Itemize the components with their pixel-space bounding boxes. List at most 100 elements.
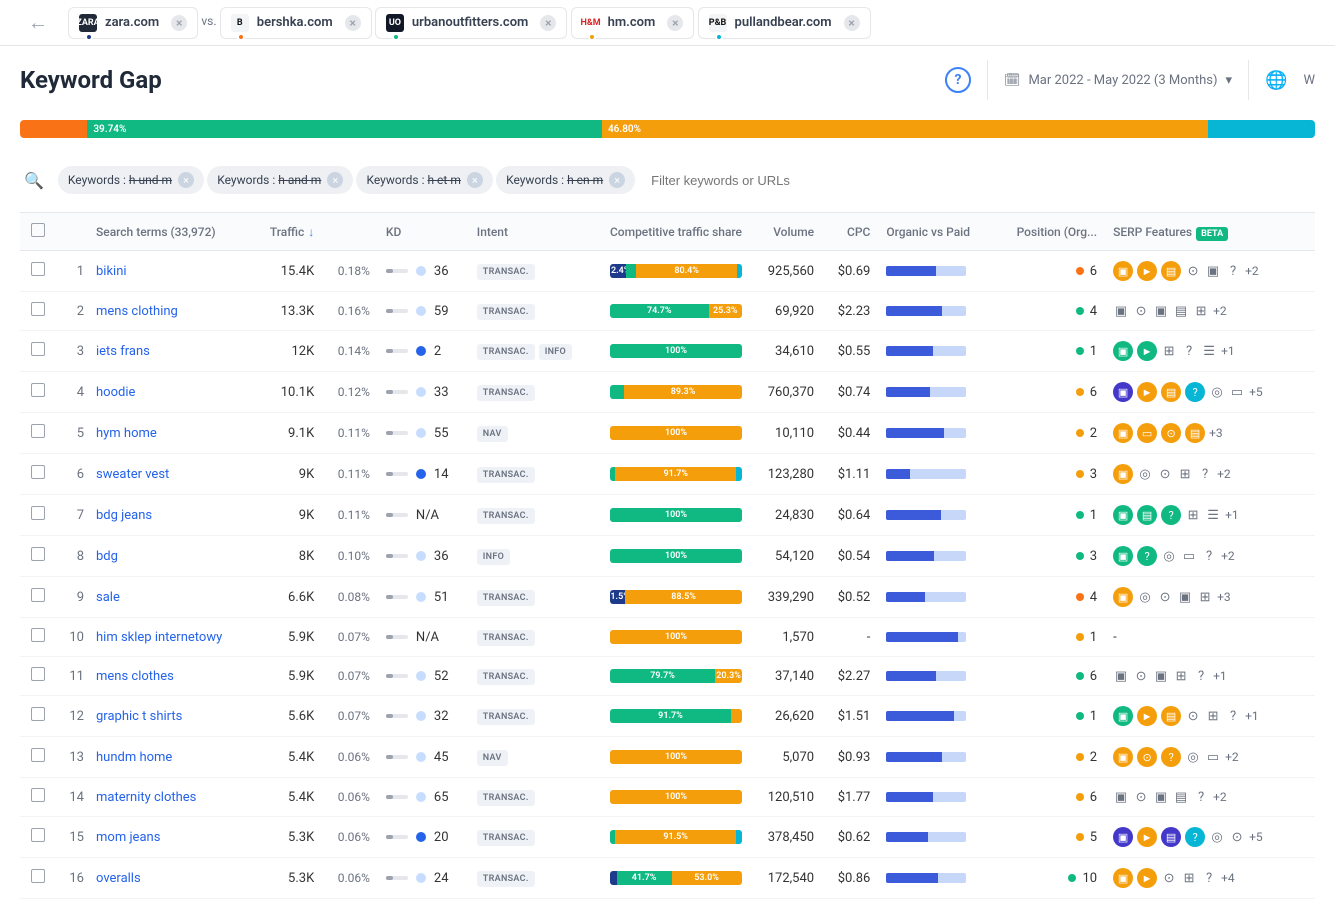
remove-domain-icon[interactable]: × xyxy=(667,15,683,31)
serp-feature-badge[interactable]: ▣ xyxy=(1113,261,1133,281)
serp-feature-badge[interactable]: ► xyxy=(1137,706,1157,726)
serp-feature-icon[interactable]: ? xyxy=(1193,789,1209,805)
keyword-link[interactable]: hoodie xyxy=(96,385,135,400)
serp-feature-icon[interactable]: ⊙ xyxy=(1133,303,1149,319)
domain-chip[interactable]: ZARA zara.com × xyxy=(68,7,198,39)
serp-feature-icon[interactable]: ▤ xyxy=(1173,303,1189,319)
serp-feature-badge[interactable]: ▤ xyxy=(1161,382,1181,402)
serp-feature-badge[interactable]: ▣ xyxy=(1113,505,1133,525)
col-volume[interactable]: Volume xyxy=(750,213,822,251)
serp-feature-badge[interactable]: ▤ xyxy=(1137,505,1157,525)
remove-filter-icon[interactable]: × xyxy=(178,172,194,188)
serp-feature-badge[interactable]: ▣ xyxy=(1113,546,1133,566)
remove-domain-icon[interactable]: × xyxy=(171,15,187,31)
keyword-link[interactable]: bdg xyxy=(96,549,118,564)
domain-chip[interactable]: UO urbanoutfitters.com × xyxy=(375,7,567,39)
serp-feature-icon[interactable]: ⊞ xyxy=(1185,507,1201,523)
domain-chip[interactable]: H&M hm.com × xyxy=(571,7,695,39)
serp-feature-icon[interactable]: ⊙ xyxy=(1133,668,1149,684)
date-range-picker[interactable]: 🗓 Mar 2022 - May 2022 (3 Months) ▾ xyxy=(1004,73,1232,88)
serp-feature-icon[interactable]: ▣ xyxy=(1177,589,1193,605)
serp-feature-icon[interactable]: ◎ xyxy=(1209,384,1225,400)
keyword-link[interactable]: overalls xyxy=(96,871,141,886)
serp-feature-icon[interactable]: ▣ xyxy=(1153,668,1169,684)
row-checkbox[interactable] xyxy=(31,788,45,802)
row-checkbox[interactable] xyxy=(31,465,45,479)
col-organic-paid[interactable]: Organic vs Paid xyxy=(878,213,993,251)
serp-feature-badge[interactable]: ► xyxy=(1137,827,1157,847)
keyword-link[interactable]: hundm home xyxy=(96,750,172,765)
serp-feature-badge[interactable]: ▣ xyxy=(1113,868,1133,888)
serp-feature-badge[interactable]: ? xyxy=(1185,827,1205,847)
serp-feature-icon[interactable]: ? xyxy=(1193,668,1209,684)
serp-feature-icon[interactable]: ⊞ xyxy=(1193,303,1209,319)
serp-feature-icon[interactable]: ⊙ xyxy=(1185,263,1201,279)
serp-feature-badge[interactable]: ? xyxy=(1161,505,1181,525)
serp-more[interactable]: +2 xyxy=(1245,264,1259,278)
serp-feature-badge[interactable]: ? xyxy=(1137,546,1157,566)
keyword-link[interactable]: bdg jeans xyxy=(96,508,152,523)
serp-feature-icon[interactable]: ⊙ xyxy=(1185,708,1201,724)
filter-chip[interactable]: Keywords : h und m× xyxy=(58,166,204,194)
serp-feature-icon[interactable]: ◎ xyxy=(1161,548,1177,564)
serp-feature-icon[interactable]: ◎ xyxy=(1209,829,1225,845)
row-checkbox[interactable] xyxy=(31,262,45,276)
keyword-link[interactable]: mens clothes xyxy=(96,669,174,684)
col-serp[interactable]: SERP FeaturesBETA xyxy=(1105,213,1296,251)
remove-domain-icon[interactable]: × xyxy=(844,15,860,31)
serp-more[interactable]: +2 xyxy=(1213,304,1227,318)
serp-feature-badge[interactable]: ⊙ xyxy=(1161,423,1181,443)
serp-feature-icon[interactable]: ⊙ xyxy=(1157,466,1173,482)
serp-feature-badge[interactable]: ▤ xyxy=(1161,827,1181,847)
keyword-link[interactable]: mens clothing xyxy=(96,304,178,319)
row-checkbox[interactable] xyxy=(31,588,45,602)
serp-feature-badge[interactable]: ▤ xyxy=(1185,423,1205,443)
serp-more[interactable]: +3 xyxy=(1209,426,1223,440)
serp-feature-icon[interactable]: ? xyxy=(1201,548,1217,564)
serp-feature-icon[interactable]: ⊙ xyxy=(1229,829,1245,845)
serp-feature-icon[interactable]: ⊞ xyxy=(1177,466,1193,482)
keyword-link[interactable]: sale xyxy=(96,590,120,605)
col-intent[interactable]: Intent xyxy=(469,213,602,251)
serp-feature-icon[interactable]: ⊙ xyxy=(1133,789,1149,805)
keyword-link[interactable]: sweater vest xyxy=(96,467,169,482)
serp-feature-icon[interactable]: ☰ xyxy=(1201,343,1217,359)
serp-feature-badge[interactable]: ► xyxy=(1137,868,1157,888)
serp-more[interactable]: +2 xyxy=(1221,549,1235,563)
serp-feature-badge[interactable]: ? xyxy=(1161,747,1181,767)
col-search-terms[interactable]: Search terms (33,972) xyxy=(88,213,252,251)
globe-icon[interactable]: 🌐 xyxy=(1265,70,1287,91)
row-checkbox[interactable] xyxy=(31,547,45,561)
col-cpc[interactable]: CPC xyxy=(822,213,878,251)
serp-feature-badge[interactable]: ⊙ xyxy=(1137,747,1157,767)
keyword-link[interactable]: bikini xyxy=(96,264,127,279)
row-checkbox[interactable] xyxy=(31,828,45,842)
help-icon[interactable]: ? xyxy=(945,67,971,93)
serp-feature-icon[interactable]: ⊞ xyxy=(1161,343,1177,359)
serp-feature-badge[interactable]: ▣ xyxy=(1113,423,1133,443)
keyword-link[interactable]: graphic t shirts xyxy=(96,709,182,724)
keyword-link[interactable]: iets frans xyxy=(96,344,150,359)
serp-feature-icon[interactable]: ⊞ xyxy=(1173,668,1189,684)
col-kd[interactable]: KD xyxy=(378,213,469,251)
serp-feature-badge[interactable]: ▭ xyxy=(1137,423,1157,443)
serp-feature-badge[interactable]: ▣ xyxy=(1113,464,1133,484)
serp-feature-badge[interactable]: ▤ xyxy=(1161,261,1181,281)
row-checkbox[interactable] xyxy=(31,506,45,520)
serp-more[interactable]: +4 xyxy=(1221,871,1235,885)
row-checkbox[interactable] xyxy=(31,707,45,721)
serp-feature-icon[interactable]: ▣ xyxy=(1205,263,1221,279)
serp-feature-icon[interactable]: ▤ xyxy=(1173,789,1189,805)
col-traffic[interactable]: Traffic↓ xyxy=(252,213,322,251)
row-checkbox[interactable] xyxy=(31,667,45,681)
serp-feature-badge[interactable]: ► xyxy=(1137,382,1157,402)
back-arrow[interactable]: ← xyxy=(20,6,56,39)
serp-feature-icon[interactable]: ▣ xyxy=(1113,668,1129,684)
keyword-link[interactable]: him sklep internetowy xyxy=(96,630,222,645)
serp-feature-icon[interactable]: ▣ xyxy=(1113,303,1129,319)
serp-feature-badge[interactable]: ► xyxy=(1137,341,1157,361)
col-position[interactable]: Position (Org... xyxy=(994,213,1106,251)
row-checkbox[interactable] xyxy=(31,383,45,397)
serp-more[interactable]: +5 xyxy=(1249,385,1263,399)
row-checkbox[interactable] xyxy=(31,869,45,883)
